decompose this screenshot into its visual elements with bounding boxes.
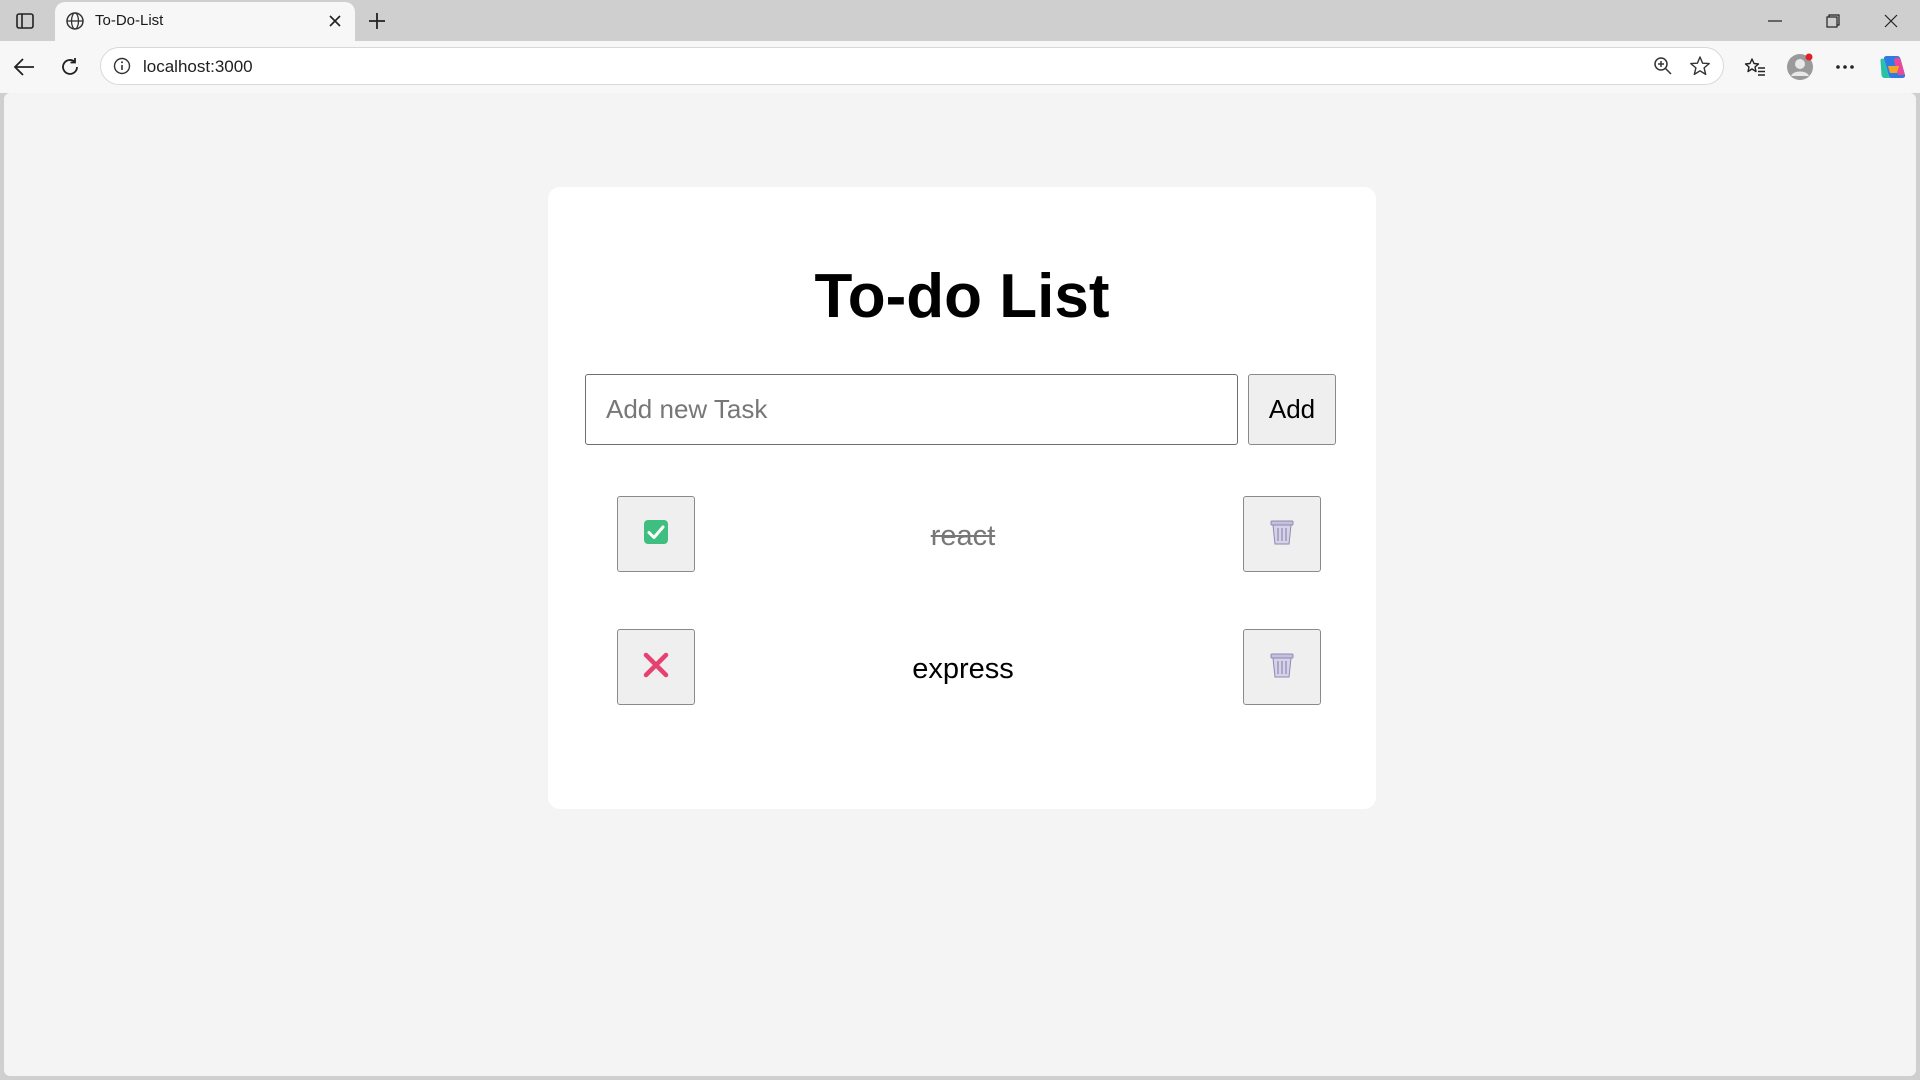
profile-avatar[interactable] <box>1786 53 1814 81</box>
restore-icon[interactable] <box>1818 8 1848 34</box>
page-viewport: To-do List Add react e <box>4 93 1916 1076</box>
cross-mark-icon <box>642 651 670 684</box>
address-bar[interactable]: localhost:3000 <box>100 47 1724 85</box>
tab-bar: To-Do-List <box>0 0 1920 41</box>
copilot-icon[interactable] <box>1879 53 1907 81</box>
sidebar-toggle-icon[interactable] <box>12 9 38 33</box>
delete-button[interactable] <box>1243 496 1321 572</box>
browser-toolbar: localhost:3000 <box>0 41 1920 93</box>
favorite-star-icon[interactable] <box>1689 55 1711 77</box>
info-icon[interactable] <box>113 57 131 75</box>
tab-title: To-Do-List <box>95 12 164 29</box>
toggle-complete-button[interactable] <box>617 629 695 705</box>
url-text[interactable]: localhost:3000 <box>143 57 253 77</box>
todo-card: To-do List Add react e <box>548 187 1376 809</box>
delete-button[interactable] <box>1243 629 1321 705</box>
toggle-complete-button[interactable] <box>617 496 695 572</box>
todo-item: express <box>548 629 1376 705</box>
trash-icon <box>1269 651 1295 684</box>
page-title: To-do List <box>814 262 1110 331</box>
close-window-icon[interactable] <box>1876 8 1906 34</box>
minimize-icon[interactable] <box>1760 8 1790 34</box>
globe-icon <box>65 11 85 31</box>
back-icon[interactable] <box>10 53 38 81</box>
task-text: express <box>912 653 1014 685</box>
zoom-icon[interactable] <box>1653 56 1673 76</box>
new-tab-icon[interactable] <box>364 8 390 34</box>
new-task-input[interactable] <box>585 374 1238 445</box>
browser-tab[interactable]: To-Do-List <box>55 2 355 41</box>
reload-icon[interactable] <box>56 53 84 81</box>
close-tab-icon[interactable] <box>325 11 345 31</box>
favorites-icon[interactable] <box>1741 53 1769 81</box>
trash-icon <box>1269 518 1295 551</box>
add-button[interactable]: Add <box>1248 374 1336 445</box>
todo-item: react <box>548 496 1376 572</box>
check-mark-icon <box>643 519 669 550</box>
task-text: react <box>930 520 996 552</box>
more-options-icon[interactable] <box>1831 53 1859 81</box>
